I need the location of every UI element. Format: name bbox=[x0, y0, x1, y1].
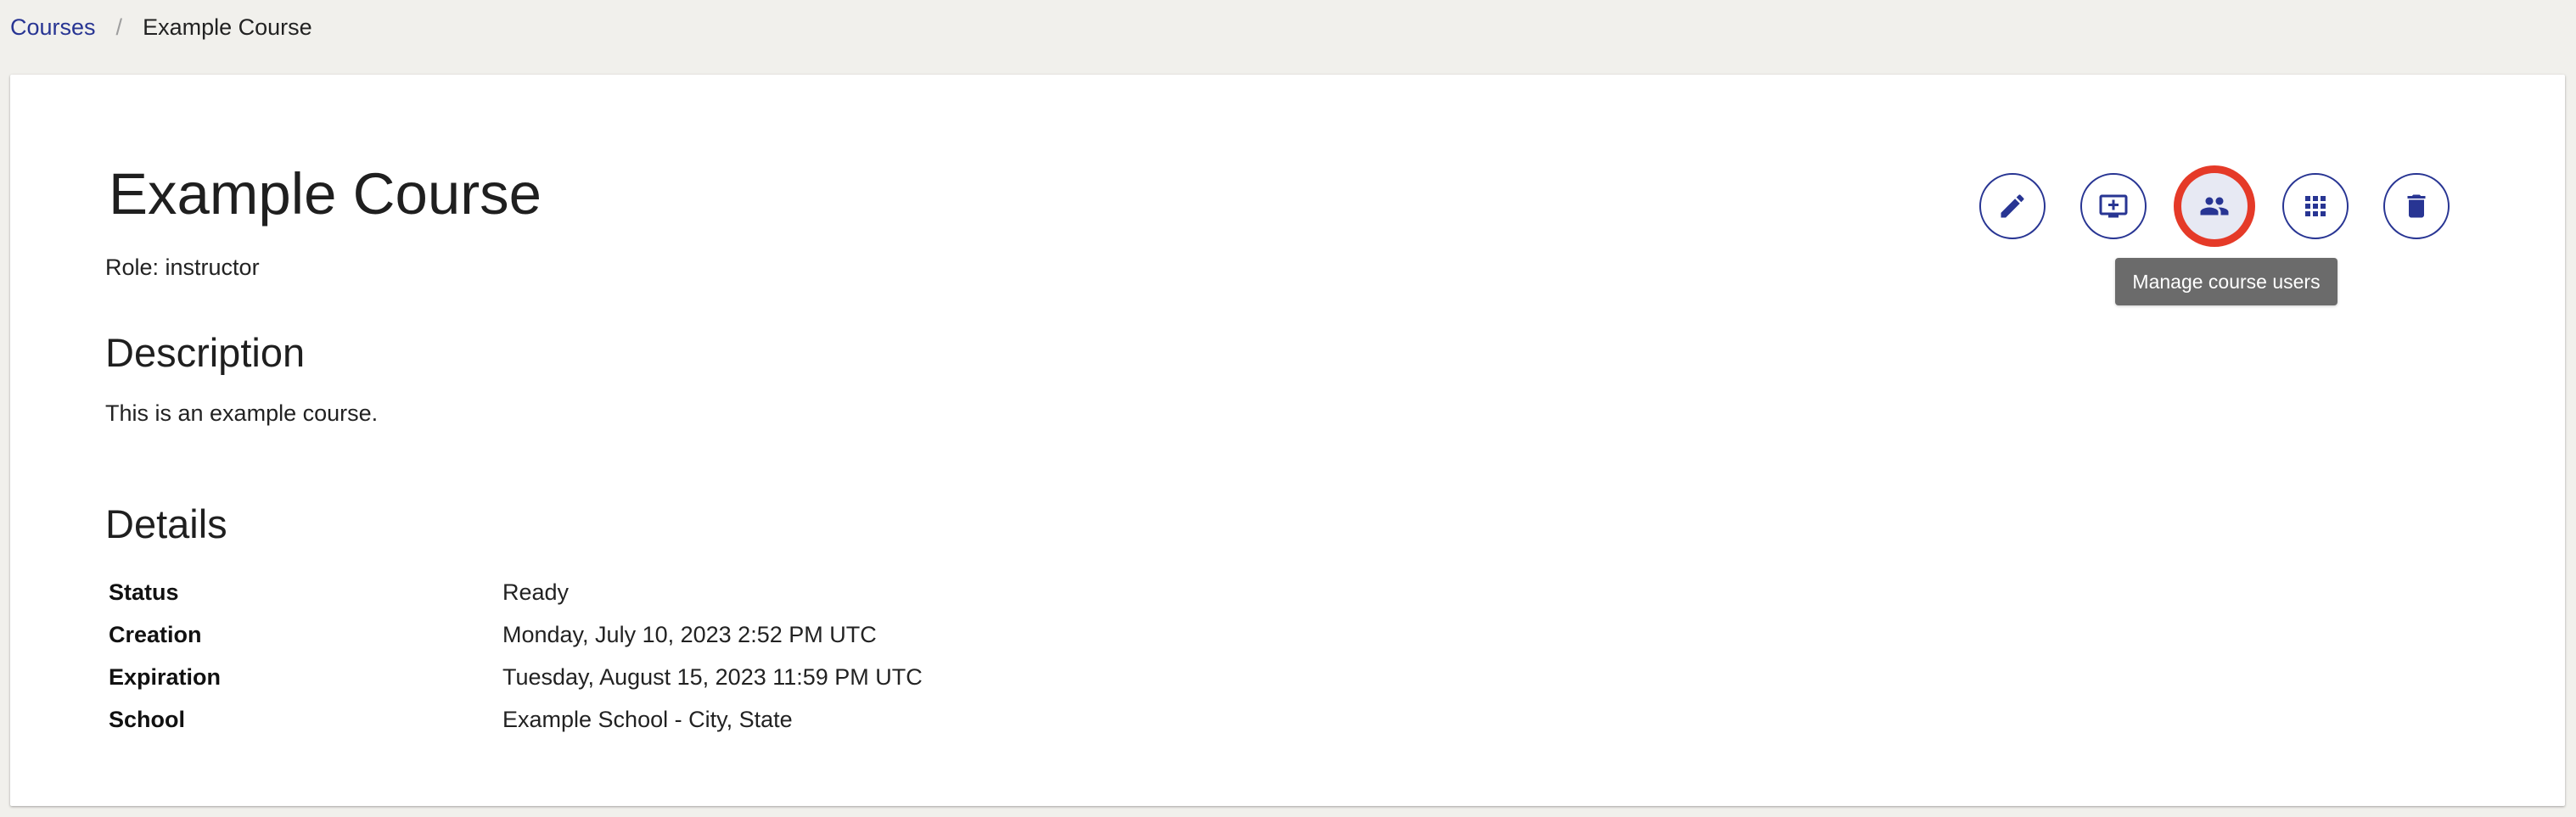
details-label: Expiration bbox=[109, 663, 222, 690]
details-row-status: Status Ready bbox=[109, 571, 923, 613]
details-label: Creation bbox=[109, 621, 202, 647]
apps-button[interactable] bbox=[2282, 173, 2349, 239]
details-value: Ready bbox=[502, 579, 570, 605]
delete-course-button[interactable] bbox=[2383, 173, 2450, 239]
description-heading: Description bbox=[105, 330, 306, 375]
people-icon bbox=[2200, 197, 2229, 215]
details-row-creation: Creation Monday, July 10, 2023 2:52 PM U… bbox=[109, 613, 923, 656]
pencil-icon bbox=[2001, 194, 2024, 218]
edit-course-button[interactable] bbox=[1979, 173, 2046, 239]
grid-icon bbox=[2305, 196, 2326, 216]
details-value: Monday, July 10, 2023 2:52 PM UTC bbox=[502, 621, 877, 647]
course-actions bbox=[1979, 173, 2463, 243]
course-card: Example Course Role: instructor Descript… bbox=[10, 75, 2565, 806]
breadcrumb-courses-link[interactable]: Courses bbox=[10, 14, 96, 41]
course-role: Role: instructor bbox=[105, 255, 260, 280]
details-row-expiration: Expiration Tuesday, August 15, 2023 11:5… bbox=[109, 656, 923, 698]
details-label: School bbox=[109, 706, 186, 732]
breadcrumb: Courses / Example Course bbox=[10, 12, 312, 42]
trash-icon bbox=[2407, 194, 2426, 218]
details-row-school: School Example School - City, State bbox=[109, 698, 923, 741]
description-text: This is an example course. bbox=[105, 400, 379, 426]
present-button[interactable] bbox=[2080, 173, 2147, 239]
details-label: Status bbox=[109, 579, 179, 605]
breadcrumb-current: Example Course bbox=[143, 14, 312, 40]
breadcrumb-separator: / bbox=[115, 14, 123, 40]
manage-users-button[interactable] bbox=[2181, 173, 2248, 239]
present-to-all-icon bbox=[2099, 194, 2128, 218]
details-heading: Details bbox=[105, 501, 227, 546]
page-title: Example Course bbox=[109, 161, 542, 227]
manage-users-tooltip: Manage course users bbox=[2115, 258, 2337, 305]
details-value: Example School - City, State bbox=[502, 706, 793, 732]
details-table: Status Ready Creation Monday, July 10, 2… bbox=[109, 571, 923, 741]
details-value: Tuesday, August 15, 2023 11:59 PM UTC bbox=[502, 663, 923, 690]
